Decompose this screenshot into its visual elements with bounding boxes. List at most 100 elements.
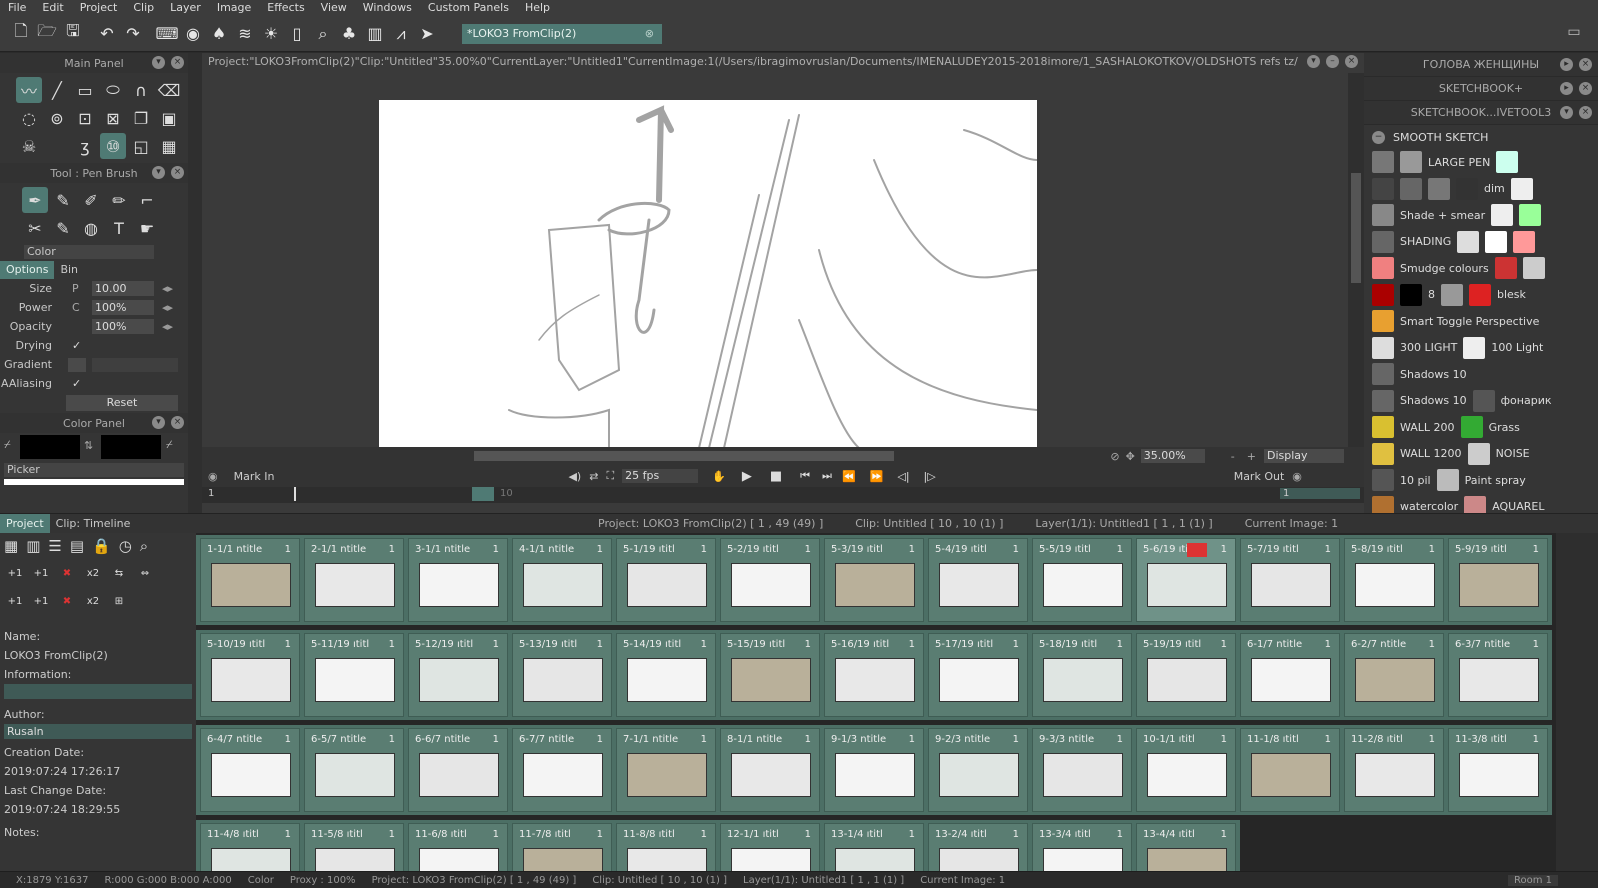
scroll-thumb[interactable] <box>1351 173 1361 283</box>
preset-thumbnail-icon[interactable] <box>1372 416 1394 439</box>
clip-thumbnail[interactable]: 9-2/3 ntitle 1 <box>928 728 1028 812</box>
preset-label[interactable]: watercolor <box>1400 500 1458 513</box>
preset-label[interactable]: AQUAREL <box>1492 500 1544 513</box>
preset-thumbnail-icon[interactable] <box>1372 283 1394 306</box>
clip-thumbnail[interactable]: 11-6/8 ıtitl 1 <box>408 823 508 871</box>
layers-icon[interactable]: ≋ <box>234 23 256 45</box>
color-select[interactable]: Color <box>24 245 154 259</box>
menu-windows[interactable]: Windows <box>355 0 420 16</box>
save-icon[interactable]: 🖫 <box>62 21 84 45</box>
smudge-icon[interactable]: ☛ <box>134 215 160 241</box>
step-back-icon[interactable]: ◁| <box>897 470 909 483</box>
fullscreen-icon[interactable]: ⛶ <box>606 469 614 483</box>
play-icon[interactable]: ▶ <box>742 469 752 484</box>
preset-group[interactable]: − SMOOTH SKETCH <box>1364 125 1598 149</box>
stepper-icon[interactable]: ◂▸ <box>162 320 173 333</box>
menu-view[interactable]: View <box>313 0 355 16</box>
line-tool-icon[interactable]: ╱ <box>44 77 70 103</box>
room-select[interactable]: Room 1 <box>1507 874 1558 886</box>
stop-icon[interactable]: ■ <box>770 469 782 484</box>
clip-thumbnail[interactable]: 9-3/3 ntitle 1 <box>1032 728 1132 812</box>
primary-color-swatch[interactable] <box>20 435 80 459</box>
fps-select[interactable]: 25 fps <box>622 469 699 483</box>
preset-label[interactable]: WALL 1200 <box>1400 447 1462 460</box>
clip-thumbnail[interactable]: 5-11/19 ıtitl 1 <box>304 633 404 717</box>
clip-thumbnail[interactable]: 1-1/1 ntitle 1 <box>200 538 300 622</box>
preset-thumbnail-icon[interactable] <box>1441 283 1463 306</box>
clip-thumbnail[interactable]: 7-1/1 ntitle 1 <box>616 728 716 812</box>
clip-thumbnail[interactable]: 5-3/19 ıtitl 1 <box>824 538 924 622</box>
preset-label[interactable]: Smudge colours <box>1400 262 1489 275</box>
rewind-icon[interactable]: ⏪ <box>842 470 856 483</box>
preset-label[interactable]: SHADING <box>1400 235 1451 248</box>
menu-edit[interactable]: Edit <box>34 0 71 16</box>
collapse-icon[interactable]: ▾ <box>152 56 165 69</box>
keyboard-icon[interactable]: ⌨ <box>155 23 178 45</box>
grid-scrollbar[interactable] <box>1556 533 1598 871</box>
fast-forward-icon[interactable]: ⏩ <box>870 470 884 483</box>
pan-icon[interactable]: ✥ <box>1126 450 1135 463</box>
preset-label[interactable]: dim <box>1484 182 1505 195</box>
range-marker[interactable] <box>472 487 494 501</box>
menu-clip[interactable]: Clip <box>125 0 162 16</box>
preset-thumbnail-icon[interactable] <box>1436 469 1459 492</box>
option-checkbox[interactable]: ✓ <box>72 339 81 352</box>
tab-clip-timeline[interactable]: Clip: Timeline <box>50 514 137 534</box>
preset-thumbnail-icon[interactable] <box>1372 469 1394 492</box>
project-name[interactable]: LOKO3 FromClip(2) <box>0 646 196 665</box>
zoom-out-icon[interactable]: - <box>1231 450 1235 463</box>
preset-thumbnail-icon[interactable] <box>1494 257 1517 280</box>
gradient-bar[interactable] <box>92 357 178 372</box>
close-icon[interactable]: × <box>1579 58 1592 71</box>
preset-label[interactable]: Smart Toggle Perspective <box>1400 315 1539 328</box>
clip-thumbnail[interactable]: 11-7/8 ıtitl 1 <box>512 823 612 871</box>
clip-thumbnail[interactable]: 6-1/7 ntitle 1 <box>1240 633 1340 717</box>
display-select[interactable]: Display <box>1264 449 1344 463</box>
option-value-input[interactable]: 100% <box>92 319 154 334</box>
list-view-icon[interactable]: ☰ <box>48 537 61 555</box>
close-icon[interactable]: × <box>171 166 184 179</box>
option-checkbox[interactable]: ✓ <box>72 377 81 390</box>
stepper-icon[interactable]: ◂▸ <box>162 301 173 314</box>
clip-thumbnail[interactable]: 11-8/8 ıtitl 1 <box>616 823 716 871</box>
clip-thumbnail[interactable]: 11-2/8 ıtitl 1 <box>1344 728 1444 812</box>
preset-thumbnail-icon[interactable] <box>1496 151 1519 174</box>
clip-thumbnail[interactable]: 5-9/19 ıtitl 1 <box>1448 538 1548 622</box>
collapse-icon[interactable]: ▾ <box>152 166 165 179</box>
crop-tool-icon[interactable]: ⊠ <box>100 105 126 131</box>
preset-label[interactable]: Paint spray <box>1465 474 1526 487</box>
clip-thumbnail[interactable]: 5-19/19 ıtitl 1 <box>1136 633 1236 717</box>
clip-thumbnail[interactable]: 5-18/19 ıtitl 1 <box>1032 633 1132 717</box>
menu-layer[interactable]: Layer <box>162 0 209 16</box>
clip-thumbnail[interactable]: 5-2/19 ıtitl 1 <box>720 538 820 622</box>
preset-thumbnail-icon[interactable] <box>1372 389 1394 412</box>
clip-thumbnail[interactable]: 5-10/19 ıtitl 1 <box>200 633 300 717</box>
group-toggle-icon[interactable]: − <box>1372 130 1385 144</box>
preset-label[interactable]: LARGE PEN <box>1428 156 1490 169</box>
reset-button[interactable]: Reset <box>66 395 178 411</box>
zoom-input[interactable]: 35.00% <box>1140 449 1205 463</box>
option-value-input[interactable]: 10.00 <box>92 281 154 296</box>
preset-thumbnail-icon[interactable] <box>1457 230 1480 253</box>
camera-tool-icon[interactable]: ▣ <box>156 105 182 131</box>
scroll-thumb[interactable] <box>474 451 894 461</box>
remote-icon[interactable]: ▯ <box>286 23 308 45</box>
library-icon[interactable]: ▥ <box>364 23 386 45</box>
bulb-icon[interactable]: ☀ <box>260 23 282 45</box>
preset-thumbnail-icon[interactable] <box>1372 151 1394 174</box>
copy-tool-icon[interactable]: ❐ <box>128 105 154 131</box>
clip-thumbnail[interactable]: 9-1/3 ntitle 1 <box>824 728 924 812</box>
mark-in-label[interactable]: Mark In <box>234 470 275 483</box>
transform-tool-icon[interactable]: ⊡ <box>72 105 98 131</box>
preset-label[interactable]: Shadows 10 <box>1400 368 1467 381</box>
clip-thumbnail[interactable]: 5-4/19 ıtitl 1 <box>928 538 1028 622</box>
clip-thumbnail[interactable]: 6-6/7 ntitle 1 <box>408 728 508 812</box>
pencil-icon[interactable]: ✎ <box>50 215 76 241</box>
clip-thumbnail[interactable]: 10-1/1 ıtitl 1 <box>1136 728 1236 812</box>
preset-label[interactable]: blesk <box>1497 288 1526 301</box>
preset-thumbnail-icon[interactable] <box>1472 389 1495 412</box>
picker-select[interactable]: Picker <box>4 463 184 477</box>
close-icon[interactable]: × <box>1579 82 1592 95</box>
first-frame-icon[interactable]: ⏮ <box>800 469 810 483</box>
preset-thumbnail-icon[interactable] <box>1372 204 1394 227</box>
